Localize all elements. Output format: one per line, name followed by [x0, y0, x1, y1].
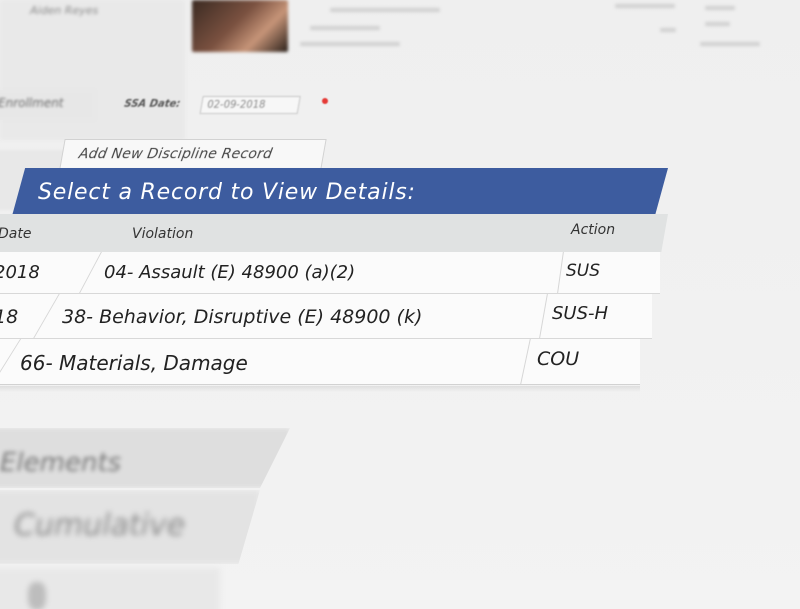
column-divider — [79, 252, 102, 293]
header-detail-line — [330, 8, 440, 12]
row-action: COU — [537, 348, 580, 370]
sidebar-item-cumulative[interactable]: Cumulative — [0, 490, 260, 564]
sidebar-item-label: Cumulative — [14, 508, 186, 543]
sidebar-item-label: Enrollment — [0, 96, 64, 110]
row-date: 18 — [0, 306, 19, 328]
sidebar-item-elements[interactable]: Elements — [0, 428, 290, 488]
table-row[interactable]: 18 38- Behavior, Disruptive (E) 48900 (k… — [0, 294, 652, 339]
header-detail-line — [615, 4, 675, 8]
student-header: Aiden Reyes — [0, 0, 800, 140]
ssa-date-label: SSA Date: — [123, 99, 182, 110]
sidebar-item[interactable] — [0, 568, 220, 609]
column-header-action[interactable]: Action — [571, 222, 615, 238]
lower-sidebar-tabs: Elements Cumulative — [0, 428, 300, 609]
records-shadow — [0, 386, 640, 392]
row-violation: 38- Behavior, Disruptive (E) 48900 (k) — [62, 306, 423, 328]
column-divider — [0, 339, 22, 384]
required-indicator — [322, 98, 328, 104]
column-header-violation[interactable]: Violation — [132, 226, 193, 242]
header-detail-line — [300, 42, 400, 46]
header-detail-line — [660, 28, 676, 32]
row-violation: 66- Materials, Damage — [20, 351, 248, 375]
row-action: SUS — [566, 261, 601, 281]
header-detail-line — [705, 6, 735, 10]
column-divider — [33, 294, 60, 338]
records-title-bar: Select a Record to View Details: — [12, 168, 668, 216]
column-divider — [557, 252, 564, 293]
ssa-date-field[interactable]: 02-09-2018 — [199, 96, 301, 114]
table-row[interactable]: 66- Materials, Damage COU — [0, 339, 640, 385]
table-row[interactable]: 2018 04- Assault (E) 48900 (a)(2) SUS — [0, 252, 660, 294]
column-header-date[interactable]: Date — [0, 226, 31, 242]
add-discipline-record-label: Add New Discipline Record — [77, 146, 274, 162]
discipline-screen: Aiden Reyes Enrollment SSA Date: 02-09-2… — [0, 0, 800, 609]
column-divider — [539, 294, 548, 338]
row-date: 2018 — [0, 262, 40, 283]
sidebar-item-label: Elements — [0, 448, 122, 478]
discipline-records-panel: Select a Record to View Details: Date Vi… — [0, 168, 680, 388]
table-header-row: Date Violation Action — [0, 214, 668, 252]
records-title: Select a Record to View Details: — [38, 180, 416, 205]
sidebar-item-icon — [28, 582, 46, 609]
row-action: SUS-H — [552, 303, 609, 324]
header-detail-line — [310, 26, 380, 30]
add-discipline-record-button[interactable]: Add New Discipline Record — [59, 139, 327, 169]
row-violation: 04- Assault (E) 48900 (a)(2) — [104, 262, 356, 283]
sidebar-item-enrollment[interactable]: Enrollment — [0, 90, 95, 120]
header-detail-line — [705, 22, 730, 26]
ssa-date-row: SSA Date: 02-09-2018 — [116, 95, 334, 117]
header-detail-line — [700, 42, 760, 46]
column-divider — [520, 339, 531, 384]
student-photo — [192, 0, 288, 52]
